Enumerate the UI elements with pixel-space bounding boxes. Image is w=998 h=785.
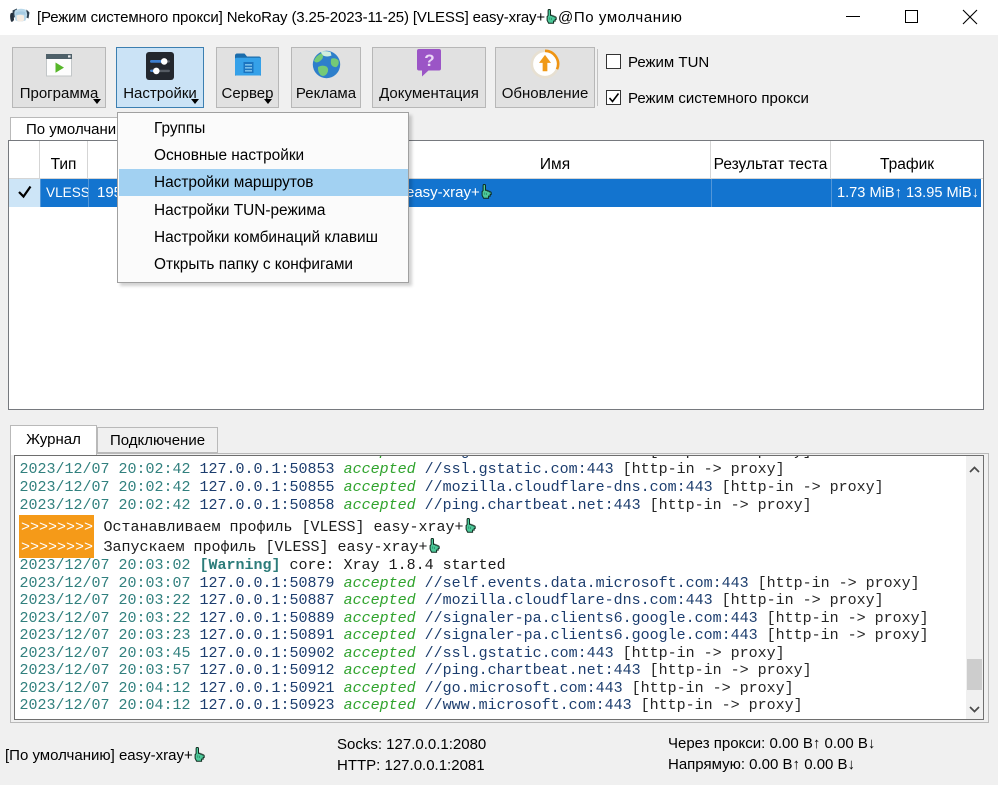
- svg-text:?: ?: [424, 51, 434, 70]
